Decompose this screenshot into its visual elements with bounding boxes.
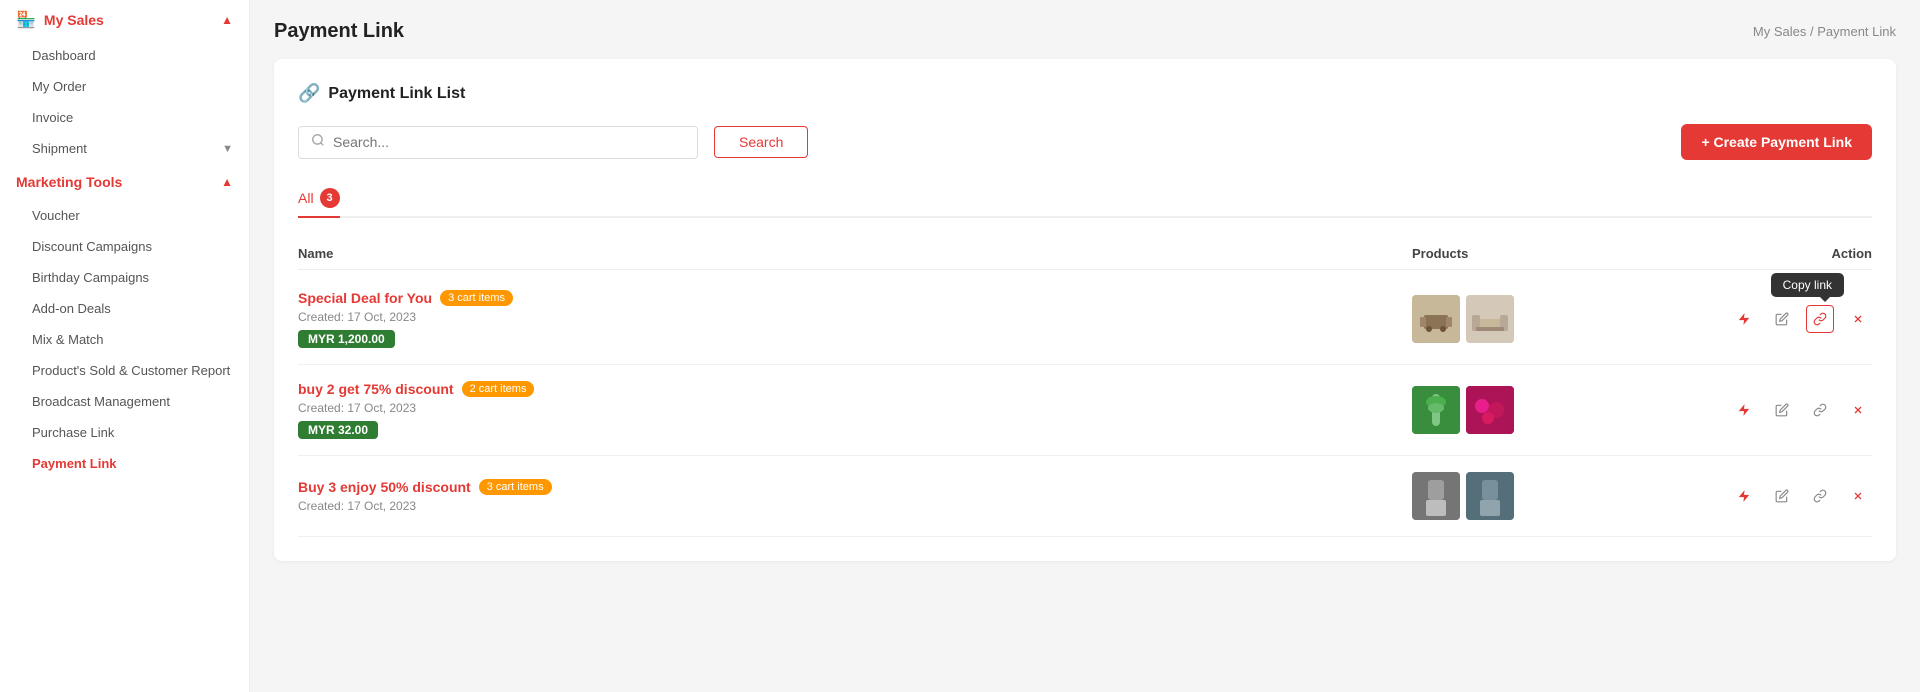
row1-name: Special Deal for You xyxy=(298,290,432,306)
row3-products xyxy=(1412,472,1712,520)
sidebar-my-sales-header[interactable]: 🏪 My Sales ▲ xyxy=(0,0,249,40)
search-input[interactable] xyxy=(333,134,685,150)
row1-price: MYR 1,200.00 xyxy=(298,330,395,348)
create-payment-link-button[interactable]: + Create Payment Link xyxy=(1681,124,1872,160)
sidebar-item-birthday-campaigns[interactable]: Birthday Campaigns xyxy=(0,262,249,293)
marketing-chevron-icon: ▲ xyxy=(221,175,233,189)
row1-actions: Copy link xyxy=(1712,305,1872,333)
row1-flash-icon[interactable] xyxy=(1730,305,1758,333)
sidebar-item-discount-campaigns[interactable]: Discount Campaigns xyxy=(0,231,249,262)
card-title: 🔗 Payment Link List xyxy=(298,83,1872,104)
search-input-wrapper xyxy=(298,126,698,159)
sidebar-item-purchase-link[interactable]: Purchase Link xyxy=(0,417,249,448)
marketing-tools-label: Marketing Tools xyxy=(16,174,122,190)
sidebar-item-invoice[interactable]: Invoice xyxy=(0,102,249,133)
sidebar-item-dashboard[interactable]: Dashboard xyxy=(0,40,249,71)
table-header: Name Products Action xyxy=(298,238,1872,270)
row1-created: Created: 17 Oct, 2023 xyxy=(298,310,1412,324)
row2-products xyxy=(1412,386,1712,434)
breadcrumb-parent[interactable]: My Sales xyxy=(1753,24,1806,39)
breadcrumb: My Sales / Payment Link xyxy=(1753,24,1896,39)
sidebar-my-sales-label: My Sales xyxy=(44,12,104,28)
row2-copy-link-icon[interactable] xyxy=(1806,396,1834,424)
row1-info: Special Deal for You 3 cart items Create… xyxy=(298,290,1412,348)
row2-price: MYR 32.00 xyxy=(298,421,378,439)
sidebar-item-my-order[interactable]: My Order xyxy=(0,71,249,102)
row2-name: buy 2 get 75% discount xyxy=(298,381,454,397)
row1-delete-icon[interactable] xyxy=(1844,305,1872,333)
sidebar-item-products-sold[interactable]: Product's Sold & Customer Report xyxy=(0,355,249,386)
row3-flash-icon[interactable] xyxy=(1730,482,1758,510)
chevron-up-icon: ▲ xyxy=(221,13,233,27)
row3-name: Buy 3 enjoy 50% discount xyxy=(298,479,471,495)
tab-all[interactable]: All 3 xyxy=(298,180,340,218)
row3-delete-icon[interactable] xyxy=(1844,482,1872,510)
copy-link-tooltip: Copy link xyxy=(1771,273,1844,297)
sidebar-item-payment-link[interactable]: Payment Link xyxy=(0,448,249,479)
sidebar-item-mix-match[interactable]: Mix & Match xyxy=(0,324,249,355)
search-row: Search + Create Payment Link xyxy=(298,124,1872,160)
search-button[interactable]: Search xyxy=(714,126,808,158)
row1-products xyxy=(1412,295,1712,343)
row1-copy-link-icon[interactable] xyxy=(1806,305,1834,333)
page-header: Payment Link My Sales / Payment Link xyxy=(274,20,1896,43)
table-row: Buy 3 enjoy 50% discount 3 cart items Cr… xyxy=(298,456,1872,537)
col-products: Products xyxy=(1412,246,1712,261)
sidebar-item-add-on-deals[interactable]: Add-on Deals xyxy=(0,293,249,324)
row2-flash-icon[interactable] xyxy=(1730,396,1758,424)
row3-actions xyxy=(1712,482,1872,510)
row1-edit-icon[interactable] xyxy=(1768,305,1796,333)
row1-thumb-2 xyxy=(1466,295,1514,343)
sidebar-item-broadcast[interactable]: Broadcast Management xyxy=(0,386,249,417)
my-sales-icon: 🏪 xyxy=(16,10,36,30)
breadcrumb-current: Payment Link xyxy=(1817,24,1896,39)
sidebar-marketing-tools-header[interactable]: Marketing Tools ▲ xyxy=(0,164,249,200)
tab-all-badge: 3 xyxy=(320,188,340,208)
table-row: buy 2 get 75% discount 2 cart items Crea… xyxy=(298,365,1872,456)
row3-created: Created: 17 Oct, 2023 xyxy=(298,499,1412,513)
col-name: Name xyxy=(298,246,1412,261)
row3-info: Buy 3 enjoy 50% discount 3 cart items Cr… xyxy=(298,479,1412,513)
search-icon xyxy=(311,133,325,152)
row2-thumb-1 xyxy=(1412,386,1460,434)
row1-cart-badge: 3 cart items xyxy=(440,290,513,306)
row3-edit-icon[interactable] xyxy=(1768,482,1796,510)
row1-copy-link-wrapper: Copy link xyxy=(1806,305,1834,333)
col-action: Action xyxy=(1712,246,1872,261)
sidebar: 🏪 My Sales ▲ Dashboard My Order Invoice … xyxy=(0,0,250,692)
main-content: Payment Link My Sales / Payment Link 🔗 P… xyxy=(250,0,1920,692)
tabs-bar: All 3 xyxy=(298,180,1872,218)
row2-thumb-2 xyxy=(1466,386,1514,434)
row3-thumb-2 xyxy=(1466,472,1514,520)
row2-delete-icon[interactable] xyxy=(1844,396,1872,424)
sidebar-item-voucher[interactable]: Voucher xyxy=(0,200,249,231)
row2-created: Created: 17 Oct, 2023 xyxy=(298,401,1412,415)
row2-edit-icon[interactable] xyxy=(1768,396,1796,424)
payment-link-card: 🔗 Payment Link List Search + Create Paym… xyxy=(274,59,1896,561)
row3-cart-badge: 3 cart items xyxy=(479,479,552,495)
page-title: Payment Link xyxy=(274,20,404,43)
row2-actions xyxy=(1712,396,1872,424)
row3-thumb-1 xyxy=(1412,472,1460,520)
row3-copy-link-icon[interactable] xyxy=(1806,482,1834,510)
table-row: Special Deal for You 3 cart items Create… xyxy=(298,274,1872,365)
shipment-chevron-icon: ▼ xyxy=(222,143,233,155)
link-icon: 🔗 xyxy=(298,83,320,104)
sidebar-item-shipment[interactable]: Shipment ▼ xyxy=(0,133,249,164)
row2-cart-badge: 2 cart items xyxy=(462,381,535,397)
row2-info: buy 2 get 75% discount 2 cart items Crea… xyxy=(298,381,1412,439)
row1-thumb-1 xyxy=(1412,295,1460,343)
